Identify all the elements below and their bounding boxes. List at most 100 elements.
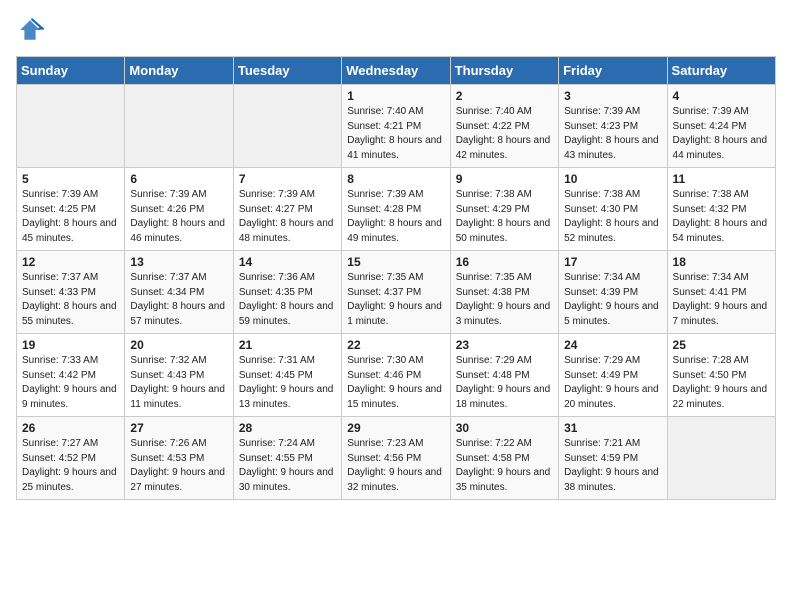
day-info: Sunrise: 7:29 AM Sunset: 4:49 PM Dayligh… bbox=[564, 354, 661, 412]
day-number: 21 bbox=[239, 338, 336, 352]
calendar-cell: 25 Sunrise: 7:28 AM Sunset: 4:50 PM Dayli… bbox=[667, 334, 775, 417]
week-row-3: 12Sunrise: 7:37 AM Sunset: 4:33 PM Dayli… bbox=[17, 251, 776, 334]
day-info: Sunrise: 7:39 AM Sunset: 4:25 PM Dayligh… bbox=[22, 188, 119, 246]
week-row-1: 1 Sunrise: 7:40 AM Sunset: 4:21 PM Daylig… bbox=[17, 85, 776, 168]
calendar-cell: 7Sunrise: 7:39 AM Sunset: 4:27 PM Daylig… bbox=[233, 168, 341, 251]
day-header-saturday: Saturday bbox=[667, 57, 775, 85]
day-number: 22 bbox=[347, 338, 444, 352]
calendar-cell: 16 Sunrise: 7:35 AM Sunset: 4:38 PM Dayli… bbox=[450, 251, 558, 334]
calendar-cell: 2 Sunrise: 7:40 AM Sunset: 4:22 PM Daylig… bbox=[450, 85, 558, 168]
day-number: 2 bbox=[456, 89, 553, 103]
calendar-cell: 29 Sunrise: 7:23 AM Sunset: 4:56 PM Dayli… bbox=[342, 417, 450, 500]
day-info: Sunrise: 7:34 AM Sunset: 4:41 PM Dayligh… bbox=[673, 271, 770, 329]
day-number: 19 bbox=[22, 338, 119, 352]
day-info: Sunrise: 7:32 AM Sunset: 4:43 PM Dayligh… bbox=[130, 354, 227, 412]
calendar-cell: 26Sunrise: 7:27 AM Sunset: 4:52 PM Dayli… bbox=[17, 417, 125, 500]
calendar-cell: 21 Sunrise: 7:31 AM Sunset: 4:45 PM Dayli… bbox=[233, 334, 341, 417]
calendar-cell: 5 Sunrise: 7:39 AM Sunset: 4:25 PM Daylig… bbox=[17, 168, 125, 251]
day-number: 15 bbox=[347, 255, 444, 269]
day-number: 10 bbox=[564, 172, 661, 186]
day-info: Sunrise: 7:27 AM Sunset: 4:52 PM Dayligh… bbox=[22, 437, 119, 495]
day-number: 11 bbox=[673, 172, 770, 186]
day-info: Sunrise: 7:37 AM Sunset: 4:33 PM Dayligh… bbox=[22, 271, 119, 329]
calendar-cell: 22 Sunrise: 7:30 AM Sunset: 4:46 PM Dayli… bbox=[342, 334, 450, 417]
day-info: Sunrise: 7:30 AM Sunset: 4:46 PM Dayligh… bbox=[347, 354, 444, 412]
calendar-cell: 18 Sunrise: 7:34 AM Sunset: 4:41 PM Dayli… bbox=[667, 251, 775, 334]
day-number: 6 bbox=[130, 172, 227, 186]
day-info: Sunrise: 7:36 AM Sunset: 4:35 PM Dayligh… bbox=[239, 271, 336, 329]
day-info: Sunrise: 7:26 AM Sunset: 4:53 PM Dayligh… bbox=[130, 437, 227, 495]
day-number: 13 bbox=[130, 255, 227, 269]
day-info: Sunrise: 7:23 AM Sunset: 4:56 PM Dayligh… bbox=[347, 437, 444, 495]
calendar-cell: 17 Sunrise: 7:34 AM Sunset: 4:39 PM Dayli… bbox=[559, 251, 667, 334]
day-info: Sunrise: 7:39 AM Sunset: 4:28 PM Dayligh… bbox=[347, 188, 444, 246]
calendar-header-row: SundayMondayTuesdayWednesdayThursdayFrid… bbox=[17, 57, 776, 85]
day-info: Sunrise: 7:21 AM Sunset: 4:59 PM Dayligh… bbox=[564, 437, 661, 495]
day-number: 7 bbox=[239, 172, 336, 186]
day-header-wednesday: Wednesday bbox=[342, 57, 450, 85]
day-info: Sunrise: 7:40 AM Sunset: 4:21 PM Dayligh… bbox=[347, 105, 444, 163]
calendar-cell: 3 Sunrise: 7:39 AM Sunset: 4:23 PM Daylig… bbox=[559, 85, 667, 168]
day-info: Sunrise: 7:39 AM Sunset: 4:23 PM Dayligh… bbox=[564, 105, 661, 163]
week-row-4: 19 Sunrise: 7:33 AM Sunset: 4:42 PM Dayli… bbox=[17, 334, 776, 417]
calendar-cell: 20 Sunrise: 7:32 AM Sunset: 4:43 PM Dayli… bbox=[125, 334, 233, 417]
calendar-cell bbox=[233, 85, 341, 168]
day-info: Sunrise: 7:39 AM Sunset: 4:26 PM Dayligh… bbox=[130, 188, 227, 246]
day-header-thursday: Thursday bbox=[450, 57, 558, 85]
day-number: 29 bbox=[347, 421, 444, 435]
calendar-cell bbox=[17, 85, 125, 168]
calendar-cell: 30 Sunrise: 7:22 AM Sunset: 4:58 PM Dayli… bbox=[450, 417, 558, 500]
day-number: 5 bbox=[22, 172, 119, 186]
day-number: 27 bbox=[130, 421, 227, 435]
calendar-cell: 10 Sunrise: 7:38 AM Sunset: 4:30 PM Dayli… bbox=[559, 168, 667, 251]
day-number: 23 bbox=[456, 338, 553, 352]
calendar-cell: 9 Sunrise: 7:38 AM Sunset: 4:29 PM Daylig… bbox=[450, 168, 558, 251]
day-number: 4 bbox=[673, 89, 770, 103]
calendar-cell: 15 Sunrise: 7:35 AM Sunset: 4:37 PM Dayli… bbox=[342, 251, 450, 334]
day-info: Sunrise: 7:38 AM Sunset: 4:32 PM Dayligh… bbox=[673, 188, 770, 246]
calendar-cell: 31 Sunrise: 7:21 AM Sunset: 4:59 PM Dayli… bbox=[559, 417, 667, 500]
calendar-table: SundayMondayTuesdayWednesdayThursdayFrid… bbox=[16, 56, 776, 500]
week-row-5: 26Sunrise: 7:27 AM Sunset: 4:52 PM Dayli… bbox=[17, 417, 776, 500]
week-row-2: 5 Sunrise: 7:39 AM Sunset: 4:25 PM Daylig… bbox=[17, 168, 776, 251]
day-number: 17 bbox=[564, 255, 661, 269]
day-number: 25 bbox=[673, 338, 770, 352]
calendar-cell: 8Sunrise: 7:39 AM Sunset: 4:28 PM Daylig… bbox=[342, 168, 450, 251]
day-number: 3 bbox=[564, 89, 661, 103]
day-info: Sunrise: 7:38 AM Sunset: 4:29 PM Dayligh… bbox=[456, 188, 553, 246]
day-info: Sunrise: 7:35 AM Sunset: 4:37 PM Dayligh… bbox=[347, 271, 444, 329]
day-info: Sunrise: 7:33 AM Sunset: 4:42 PM Dayligh… bbox=[22, 354, 119, 412]
calendar-cell: 13Sunrise: 7:37 AM Sunset: 4:34 PM Dayli… bbox=[125, 251, 233, 334]
day-header-monday: Monday bbox=[125, 57, 233, 85]
calendar-cell: 27 Sunrise: 7:26 AM Sunset: 4:53 PM Dayli… bbox=[125, 417, 233, 500]
page-header bbox=[16, 16, 776, 44]
day-number: 14 bbox=[239, 255, 336, 269]
calendar-cell: 6 Sunrise: 7:39 AM Sunset: 4:26 PM Daylig… bbox=[125, 168, 233, 251]
day-info: Sunrise: 7:38 AM Sunset: 4:30 PM Dayligh… bbox=[564, 188, 661, 246]
day-number: 20 bbox=[130, 338, 227, 352]
day-number: 24 bbox=[564, 338, 661, 352]
calendar-cell: 1 Sunrise: 7:40 AM Sunset: 4:21 PM Daylig… bbox=[342, 85, 450, 168]
day-number: 28 bbox=[239, 421, 336, 435]
calendar-cell bbox=[125, 85, 233, 168]
day-info: Sunrise: 7:31 AM Sunset: 4:45 PM Dayligh… bbox=[239, 354, 336, 412]
day-info: Sunrise: 7:28 AM Sunset: 4:50 PM Dayligh… bbox=[673, 354, 770, 412]
day-number: 31 bbox=[564, 421, 661, 435]
day-info: Sunrise: 7:24 AM Sunset: 4:55 PM Dayligh… bbox=[239, 437, 336, 495]
day-number: 9 bbox=[456, 172, 553, 186]
day-header-tuesday: Tuesday bbox=[233, 57, 341, 85]
day-info: Sunrise: 7:35 AM Sunset: 4:38 PM Dayligh… bbox=[456, 271, 553, 329]
day-info: Sunrise: 7:34 AM Sunset: 4:39 PM Dayligh… bbox=[564, 271, 661, 329]
day-info: Sunrise: 7:22 AM Sunset: 4:58 PM Dayligh… bbox=[456, 437, 553, 495]
calendar-cell: 23Sunrise: 7:29 AM Sunset: 4:48 PM Dayli… bbox=[450, 334, 558, 417]
calendar-cell: 24 Sunrise: 7:29 AM Sunset: 4:49 PM Dayli… bbox=[559, 334, 667, 417]
day-number: 30 bbox=[456, 421, 553, 435]
calendar-cell: 12Sunrise: 7:37 AM Sunset: 4:33 PM Dayli… bbox=[17, 251, 125, 334]
day-info: Sunrise: 7:40 AM Sunset: 4:22 PM Dayligh… bbox=[456, 105, 553, 163]
calendar-cell: 14 Sunrise: 7:36 AM Sunset: 4:35 PM Dayli… bbox=[233, 251, 341, 334]
day-number: 16 bbox=[456, 255, 553, 269]
calendar-cell bbox=[667, 417, 775, 500]
calendar-cell: 11 Sunrise: 7:38 AM Sunset: 4:32 PM Dayli… bbox=[667, 168, 775, 251]
day-number: 1 bbox=[347, 89, 444, 103]
day-number: 18 bbox=[673, 255, 770, 269]
